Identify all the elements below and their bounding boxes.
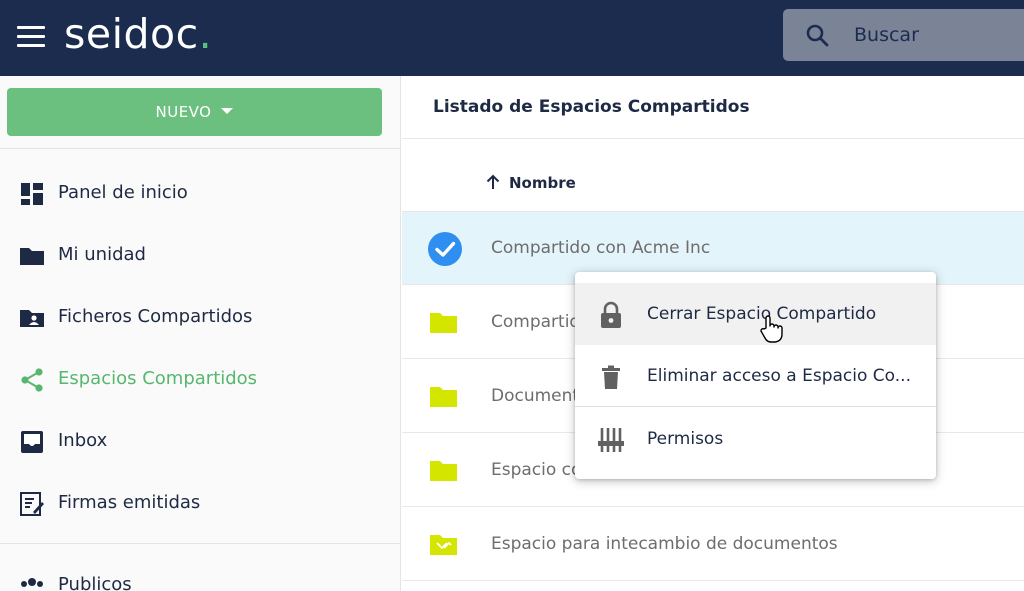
sidebar-item-label: Mi unidad [58, 244, 146, 265]
share-icon [21, 368, 43, 392]
new-button[interactable]: NUEVO [7, 88, 382, 136]
folder-icon [430, 461, 457, 481]
row-label: Espacio para intecambio de documentos [491, 534, 838, 554]
sidebar-item-espacios-compartidos[interactable]: Espacios Compartidos [0, 353, 400, 405]
sidebar-item-label: Inbox [58, 430, 108, 451]
sidebar-item-panel-de-inicio[interactable]: Panel de inicio [0, 167, 400, 219]
sidebar: NUEVO Panel de inicio Mi unidad Ficheros… [0, 76, 401, 591]
signature-icon [20, 492, 44, 516]
lock-icon [601, 301, 621, 328]
row-label: Espacio co [491, 460, 582, 480]
check-circle-icon[interactable] [428, 232, 462, 266]
sidebar-item-label: Firmas emitidas [58, 492, 201, 513]
search-box[interactable]: Buscar [783, 9, 1024, 61]
sidebar-item-label: Espacios Compartidos [58, 368, 258, 389]
folder-icon [430, 313, 457, 333]
folder-icon [20, 248, 44, 265]
menu-item-cerrar-espacio[interactable]: Cerrar Espacio Compartido [575, 283, 936, 345]
title-divider [402, 138, 1024, 139]
sidebar-item-label: Ficheros Compartidos [58, 306, 253, 327]
menu-item-eliminar-acceso[interactable]: Eliminar acceso a Espacio Co... [575, 345, 936, 407]
shared-folder-icon [20, 310, 44, 327]
menu-item-permisos[interactable]: Permisos [575, 408, 936, 470]
sidebar-item-inbox[interactable]: Inbox [0, 415, 400, 467]
sidebar-item-publicos[interactable]: Publicos [0, 559, 400, 591]
trash-icon [602, 365, 620, 389]
arrow-up-icon [486, 174, 500, 189]
sidebar-item-label: Panel de inicio [58, 182, 188, 203]
sliders-icon [598, 428, 624, 452]
inbox-icon [21, 431, 43, 453]
logo[interactable]: seidoc. [64, 8, 212, 60]
context-menu: Cerrar Espacio Compartido Eliminar acces… [575, 272, 936, 479]
column-header-nombre[interactable]: Nombre [485, 161, 576, 205]
hamburger-icon[interactable] [17, 26, 45, 48]
folder-icon [430, 387, 457, 407]
sidebar-divider [0, 543, 401, 544]
menu-item-label: Eliminar acceso a Espacio Co... [647, 366, 911, 386]
table-row[interactable]: Espacio para intecambio de documentos [402, 508, 1024, 581]
dashboard-icon [21, 183, 43, 205]
sidebar-item-label: Publicos [58, 574, 132, 591]
sidebar-divider [0, 148, 401, 149]
sidebar-item-firmas-emitidas[interactable]: Firmas emitidas [0, 477, 400, 529]
top-bar: seidoc. Buscar [0, 0, 1024, 76]
exchange-folder-icon [430, 535, 457, 555]
logo-text: seidoc [64, 10, 199, 58]
search-icon[interactable] [805, 23, 829, 47]
hand-cursor-icon [760, 315, 783, 343]
menu-divider [575, 406, 936, 407]
groups-icon [21, 578, 43, 587]
page-title: Listado de Espacios Compartidos [433, 97, 750, 117]
sidebar-item-mi-unidad[interactable]: Mi unidad [0, 229, 400, 281]
logo-dot: . [198, 10, 213, 58]
column-header-label: Nombre [509, 174, 576, 192]
row-label: Document [491, 386, 580, 406]
caret-down-icon [221, 107, 234, 114]
menu-item-label: Permisos [647, 429, 724, 449]
new-button-label: NUEVO [155, 103, 212, 121]
sidebar-item-ficheros-compartidos[interactable]: Ficheros Compartidos [0, 291, 400, 343]
search-input[interactable]: Buscar [854, 9, 919, 61]
